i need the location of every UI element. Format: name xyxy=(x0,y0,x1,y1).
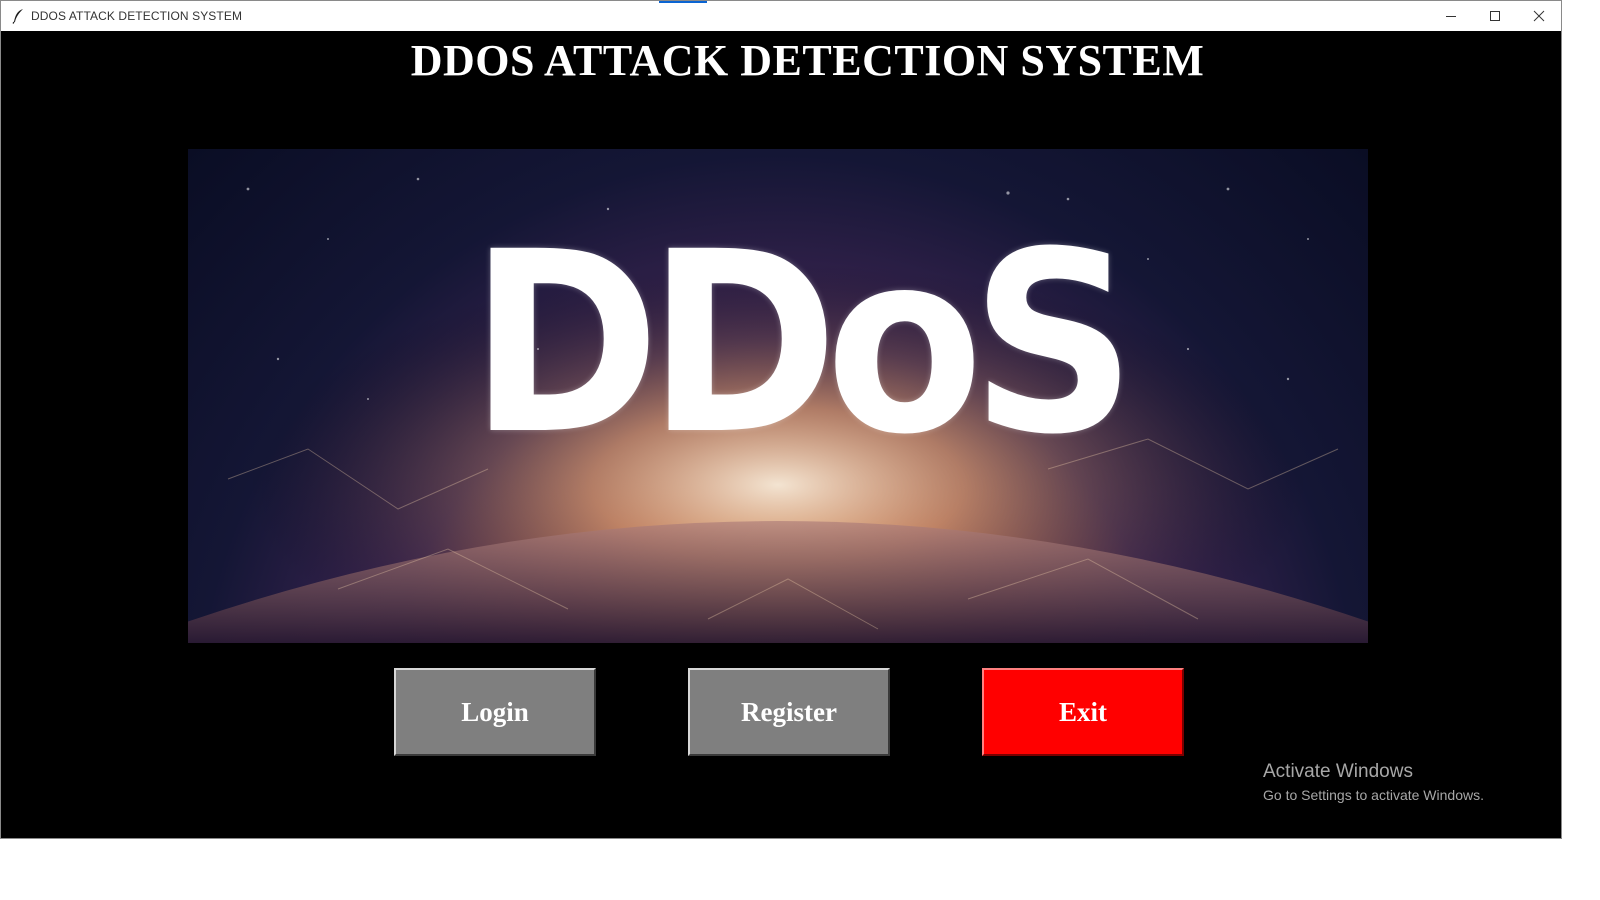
window-title: DDOS ATTACK DETECTION SYSTEM xyxy=(31,9,243,23)
title-bar[interactable]: DDOS ATTACK DETECTION SYSTEM xyxy=(1,1,1561,31)
maximize-icon xyxy=(1490,11,1500,21)
watermark-title: Activate Windows xyxy=(1263,761,1413,782)
watermark-subtitle: Go to Settings to activate Windows. xyxy=(1263,787,1484,803)
ddos-banner-image: DDoS xyxy=(188,149,1368,643)
app-window: DDOS ATTACK DETECTION SYSTEM DDOS ATTACK… xyxy=(0,0,1562,839)
maximize-button[interactable] xyxy=(1473,1,1517,31)
page-title: DDOS ATTACK DETECTION SYSTEM xyxy=(410,36,1205,85)
title-accent-bar xyxy=(659,1,707,3)
login-button[interactable]: Login xyxy=(394,668,596,756)
register-button[interactable]: Register xyxy=(688,668,890,756)
window-controls xyxy=(1429,1,1561,31)
minimize-icon xyxy=(1446,16,1456,17)
activate-windows-watermark: Activate Windows Go to Settings to activ… xyxy=(1263,760,1484,805)
minimize-button[interactable] xyxy=(1429,1,1473,31)
close-button[interactable] xyxy=(1517,1,1561,31)
feather-icon xyxy=(7,5,29,27)
banner-ddos-text: DDoS xyxy=(469,198,1136,489)
exit-button[interactable]: Exit xyxy=(982,668,1184,756)
close-icon xyxy=(1533,10,1545,22)
app-content: DDOS ATTACK DETECTION SYSTEM DDoS Login … xyxy=(1,31,1561,838)
